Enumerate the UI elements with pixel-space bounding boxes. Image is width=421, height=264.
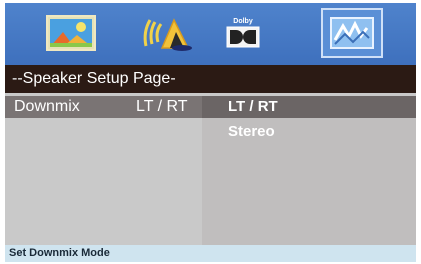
downmix-label: Downmix	[14, 98, 80, 115]
option-label: LT / RT	[228, 98, 278, 115]
option-stereo[interactable]: Stereo	[202, 121, 416, 143]
landscape-picture-icon	[46, 15, 96, 51]
osd-screen: Dolby --Speaker Setup Page- Downmix LT /…	[5, 3, 416, 262]
page-title-bar: --Speaker Setup Page-	[5, 65, 416, 93]
downmix-options-list: LT / RT Stereo	[202, 96, 416, 245]
option-lt-rt[interactable]: LT / RT	[202, 96, 416, 118]
settings-content: Downmix LT / RT LT / RT Stereo	[5, 93, 416, 245]
tab-general-setup[interactable]	[43, 10, 99, 56]
menu-tab-bar: Dolby	[5, 3, 416, 65]
downmix-current-value: LT / RT	[136, 98, 188, 115]
preferences-icon	[330, 17, 374, 49]
status-text: Set Downmix Mode	[9, 247, 110, 259]
dolby-label: Dolby	[233, 18, 253, 25]
option-label: Stereo	[228, 123, 275, 140]
tab-preferences[interactable]	[321, 8, 383, 58]
tab-speaker-setup[interactable]	[140, 10, 196, 56]
status-bar: Set Downmix Mode	[5, 245, 416, 262]
page-title: --Speaker Setup Page-	[12, 70, 176, 87]
tab-dolby-setup[interactable]: Dolby	[215, 10, 271, 56]
dolby-icon: Dolby	[226, 18, 260, 48]
speaker-sound-icon	[143, 18, 192, 51]
